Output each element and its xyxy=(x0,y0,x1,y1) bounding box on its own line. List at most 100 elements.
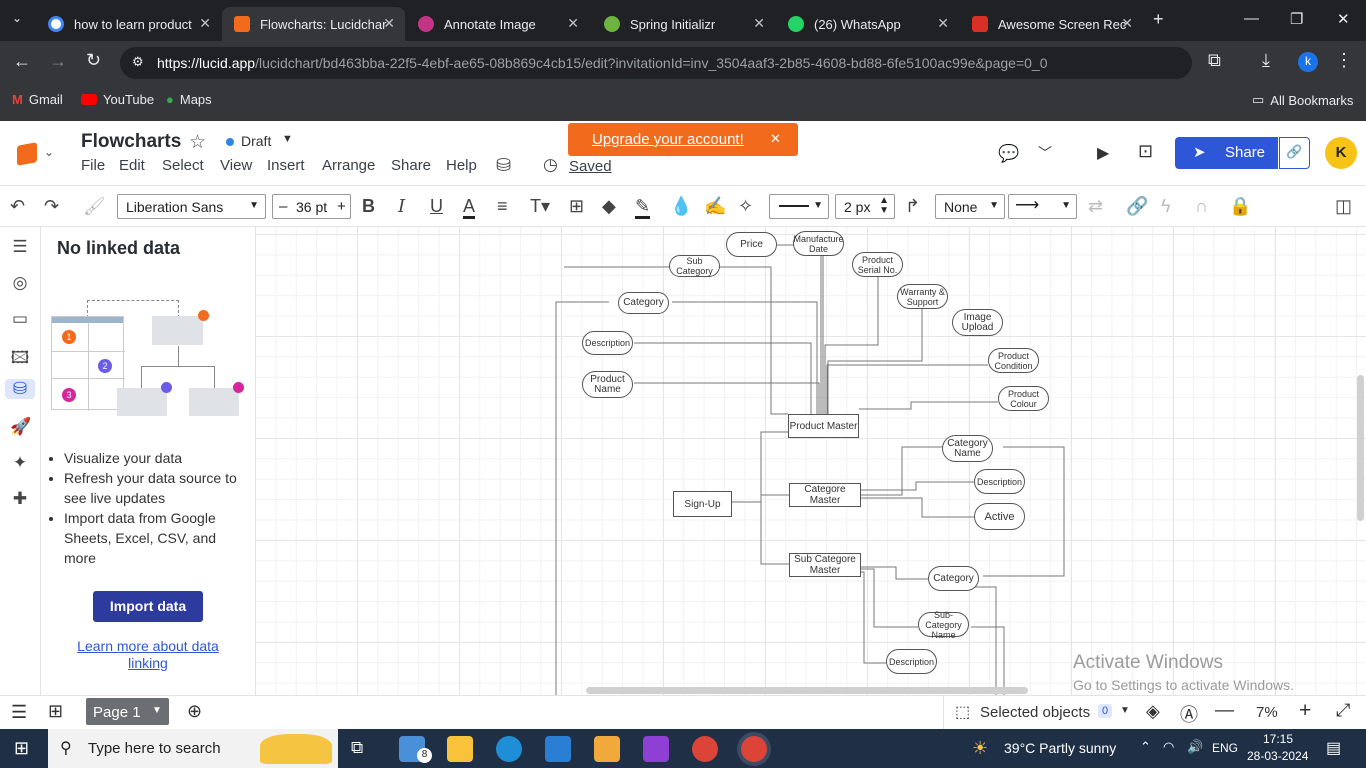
entity-sub-categore-master[interactable]: Sub Categore Master xyxy=(789,553,861,577)
entity-categore-master[interactable]: Categore Master xyxy=(789,483,861,507)
page-list-icon[interactable]: ☰ xyxy=(11,702,27,723)
address-bar[interactable]: ⚙ https://lucid.app/lucidchart/bd463bba-… xyxy=(120,47,1192,79)
saved-status-link[interactable]: Saved xyxy=(569,158,612,175)
attribute-product-colour[interactable]: Product Colour xyxy=(998,386,1049,411)
menu-view[interactable]: View xyxy=(220,157,252,174)
increase-size-button[interactable]: + xyxy=(337,198,346,215)
line-end-select[interactable]: ⟶ ▼ xyxy=(1008,194,1077,219)
undo-icon[interactable]: ↶ xyxy=(10,196,25,217)
style-icon[interactable]: ✍ xyxy=(704,196,726,217)
close-tab-icon[interactable]: ✕ xyxy=(753,15,765,32)
line-width-select[interactable]: 2 px ▲ ▼ xyxy=(835,194,895,219)
entity-sign-up[interactable]: Sign-Up xyxy=(673,491,732,517)
attribute-product-condition[interactable]: Product Condition xyxy=(988,348,1039,373)
attribute-category[interactable]: Category xyxy=(618,292,669,314)
shapes-icon[interactable]: ◎ xyxy=(10,273,30,293)
present-icon[interactable]: ▶ xyxy=(1097,143,1109,163)
chevron-down-icon[interactable]: ﹀ xyxy=(1038,143,1052,163)
feature-finder-icon[interactable]: ⛁ xyxy=(496,155,511,176)
star-icon[interactable]: ☆ xyxy=(189,131,206,154)
menu-help[interactable]: Help xyxy=(446,157,477,174)
attribute-image-upload[interactable]: Image Upload xyxy=(952,309,1003,336)
back-icon[interactable]: ← xyxy=(13,51,31,72)
horizontal-scrollbar[interactable] xyxy=(586,687,1028,694)
text-color-icon[interactable]: A xyxy=(463,196,476,219)
redo-icon[interactable]: ↷ xyxy=(44,196,59,217)
vscode-icon[interactable] xyxy=(545,736,571,762)
profile-avatar[interactable]: k xyxy=(1298,52,1318,72)
video-icon[interactable]: ⊡ xyxy=(1138,141,1153,162)
vertical-scrollbar[interactable] xyxy=(1357,375,1364,521)
zoom-level[interactable]: 7% xyxy=(1256,704,1278,721)
edge-icon[interactable] xyxy=(496,736,522,762)
user-avatar[interactable]: K xyxy=(1325,137,1357,169)
font-size-value[interactable]: 36 pt xyxy=(296,199,327,215)
close-tab-icon[interactable]: ✕ xyxy=(199,15,211,32)
new-tab-button[interactable]: + xyxy=(1153,9,1164,30)
pages-icon[interactable]: ☰ xyxy=(10,237,30,257)
bold-icon[interactable]: B xyxy=(362,196,375,217)
more-menu-icon[interactable]: ⋮ xyxy=(1335,50,1353,71)
image-icon[interactable]: 🖾 xyxy=(10,345,30,367)
notifications-icon[interactable]: ▤ xyxy=(1326,738,1341,758)
lightning-icon[interactable]: ϟ xyxy=(1161,196,1171,217)
zoom-in-button[interactable]: + xyxy=(1299,699,1311,723)
attribute-product-serial[interactable]: Product Serial No. xyxy=(852,252,903,277)
plugins-icon[interactable]: ✚ xyxy=(10,489,30,509)
taskbar-search[interactable]: ⚲ Type here to search xyxy=(48,729,338,768)
add-page-icon[interactable]: ⊕ xyxy=(187,701,202,722)
attribute-description[interactable]: Description xyxy=(974,469,1025,494)
restore-button[interactable]: ❐ xyxy=(1290,10,1303,28)
fullscreen-icon[interactable]: ⤢ xyxy=(1336,700,1350,721)
tab-search-icon[interactable]: ⌄ xyxy=(12,11,22,25)
frame-icon[interactable]: ▭ xyxy=(10,309,30,329)
align-icon[interactable]: ≡ xyxy=(497,196,508,217)
font-size-stepper[interactable]: – 36 pt + xyxy=(272,194,351,219)
volume-icon[interactable]: 🔊 xyxy=(1187,739,1203,755)
upgrade-link[interactable]: Upgrade your account! xyxy=(592,131,744,148)
rocket-icon[interactable]: 🚀 xyxy=(10,417,31,437)
font-family-select[interactable]: Liberation Sans ▼ xyxy=(117,194,266,219)
line-color-icon[interactable]: ✎ xyxy=(635,196,651,219)
attribute-description[interactable]: Description xyxy=(886,649,937,674)
file-explorer-icon[interactable] xyxy=(447,736,473,762)
menu-share[interactable]: Share xyxy=(391,157,431,174)
accessibility-icon[interactable]: Ⓐ xyxy=(1180,701,1198,727)
menu-select[interactable]: Select xyxy=(162,157,204,174)
tray-chevron-icon[interactable]: ⌃ xyxy=(1140,739,1151,755)
upgrade-banner[interactable]: Upgrade your account! ✕ xyxy=(568,123,798,156)
chrome-active-icon[interactable] xyxy=(741,736,767,762)
chrome-icon[interactable] xyxy=(692,736,718,762)
network-icon[interactable]: ◠ xyxy=(1163,739,1174,755)
attribute-sub-category-name[interactable]: Sub-Category Name xyxy=(918,610,969,640)
attribute-manufacture-date[interactable]: Manufacture Date xyxy=(793,231,844,256)
copy-link-button[interactable]: 🔗 xyxy=(1279,137,1310,169)
attribute-active[interactable]: Active xyxy=(974,503,1025,530)
attribute-price[interactable]: Price xyxy=(726,232,777,257)
underline-icon[interactable]: U xyxy=(430,196,443,217)
comments-icon[interactable]: 💬 xyxy=(998,144,1019,164)
browser-tab[interactable]: Spring Initializr ✕ xyxy=(592,7,775,41)
close-banner-icon[interactable]: ✕ xyxy=(770,131,781,147)
bookmark-maps[interactable]: ● Maps xyxy=(166,92,212,107)
layers-icon[interactable]: ◈ xyxy=(1146,701,1160,722)
caret-down-icon[interactable]: ▼ xyxy=(282,133,293,145)
close-tab-icon[interactable]: ✕ xyxy=(937,15,949,32)
line-start-select[interactable]: None ▼ xyxy=(935,194,1005,219)
reload-icon[interactable]: ↻ xyxy=(86,50,101,71)
close-tab-icon[interactable]: ✕ xyxy=(1121,15,1133,32)
italic-icon[interactable]: I xyxy=(398,196,405,217)
panel-toggle-icon[interactable]: ◫ xyxy=(1335,196,1352,217)
zoom-out-button[interactable]: — xyxy=(1215,700,1234,722)
attribute-warranty[interactable]: Warranty & Support xyxy=(897,284,948,309)
page-grid-icon[interactable]: ⊞ xyxy=(48,701,63,722)
lucid-logo-icon[interactable] xyxy=(17,142,37,166)
intellij-icon[interactable] xyxy=(643,736,669,762)
extensions-icon[interactable]: ⧉ xyxy=(1208,50,1221,71)
import-data-button[interactable]: Import data xyxy=(93,591,203,622)
link-icon[interactable]: 🔗 xyxy=(1126,196,1148,217)
weather-icon[interactable]: ☀ xyxy=(972,738,988,759)
clock-icon[interactable]: ◷ xyxy=(543,155,558,175)
close-window-button[interactable]: ✕ xyxy=(1337,10,1350,28)
opacity-icon[interactable]: 💧 xyxy=(670,196,692,217)
